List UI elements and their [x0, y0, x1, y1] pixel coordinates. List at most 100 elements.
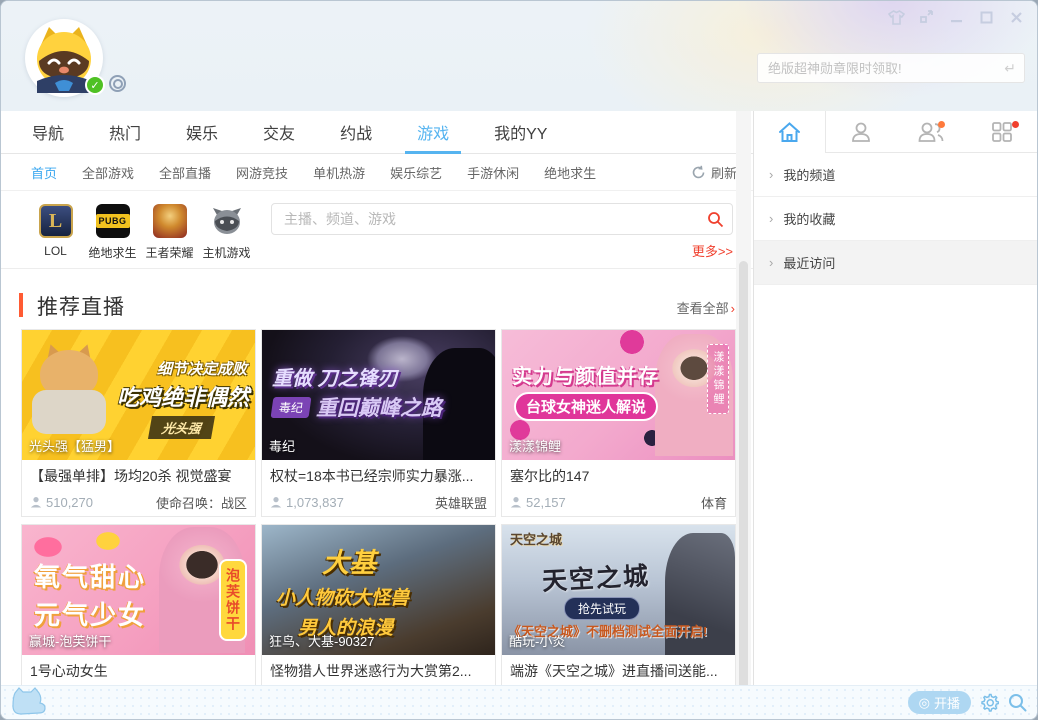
notification-dot [1012, 121, 1019, 128]
enter-arrow-icon[interactable]: ↵ [1004, 60, 1016, 77]
stream-card[interactable]: 重做 刀之锋刃 毒纪 重回巅峰之路 毒纪 权杖=18本书已经宗师实力暴涨... … [261, 329, 496, 517]
notification-dot [938, 121, 945, 128]
main-nav-tabs: 导航 热门 娱乐 交友 约战 游戏 我的YY [1, 111, 753, 154]
sidebar-tab-friends[interactable] [826, 111, 897, 152]
subnav-all-live[interactable]: 全部直播 [159, 163, 211, 182]
sidebar-tab-apps[interactable] [967, 111, 1038, 152]
user-avatar[interactable]: ✓ [25, 19, 103, 97]
sub-nav: 首页 全部游戏 全部直播 网游竞技 单机热游 娱乐综艺 手游休闲 绝地求生 刷新 [1, 154, 753, 191]
quick-game-label: 绝地求生 [88, 244, 136, 261]
notice-input-wrap: ↵ [757, 53, 1025, 83]
tab-remen[interactable]: 热门 [109, 111, 141, 153]
scrollbar-track[interactable] [736, 111, 751, 687]
chevron-right-icon: › [769, 211, 773, 226]
streamer-name: 毒纪 [269, 436, 295, 455]
close-icon[interactable] [1007, 9, 1025, 25]
sidebar: › 我的频道 › 我的收藏 › 最近访问 [753, 111, 1037, 687]
stream-title[interactable]: 塞尔比的147 [502, 460, 735, 490]
bottom-search-icon[interactable] [1008, 693, 1027, 712]
skin-theme-icon[interactable] [887, 9, 905, 25]
thumb-text: 重做 刀之锋刃 [272, 362, 398, 391]
stream-category[interactable]: 体育 [701, 493, 727, 512]
tab-youxi[interactable]: 游戏 [417, 111, 449, 153]
stream-meta: 1,073,837 英雄联盟 [262, 490, 495, 514]
visibility-status-icon[interactable] [109, 75, 126, 92]
subnav-home[interactable]: 首页 [31, 163, 57, 182]
quick-game-pubg[interactable]: PUBG 绝地求生 [84, 204, 141, 261]
thumb-text: 元气少女 [34, 595, 146, 632]
chevron-right-icon: › [769, 167, 773, 182]
stream-card[interactable]: 天空之城 天空之城 抢先试玩 《天空之城》不删档测试全面开启! 酷玩-小炎 端游… [501, 524, 736, 687]
viewer-count: 510,270 [46, 495, 93, 510]
quick-game-lol[interactable]: L LOL [27, 204, 84, 261]
scrollbar-thumb[interactable] [739, 261, 748, 687]
tab-yule[interactable]: 娱乐 [186, 111, 218, 153]
viewer-count: 1,073,837 [286, 495, 344, 510]
tab-my-yy[interactable]: 我的YY [494, 111, 547, 153]
subnav-online-games[interactable]: 网游竞技 [236, 163, 288, 182]
subnav-mobile-games[interactable]: 手游休闲 [467, 163, 519, 182]
quick-game-label: 主机游戏 [202, 244, 250, 261]
notice-input[interactable] [758, 54, 1004, 82]
thumb-text: 实力与颜值并存 [512, 360, 659, 389]
stream-title[interactable]: 权杖=18本书已经宗师实力暴涨... [262, 460, 495, 490]
viewer-icon [30, 496, 42, 508]
stream-category[interactable]: 英雄联盟 [435, 493, 487, 512]
stream-thumbnail[interactable]: 大基 小人物砍大怪兽 男人的浪漫 狂鸟、大基-90327 [262, 525, 495, 655]
search-input[interactable] [272, 211, 698, 227]
maximize-icon[interactable] [977, 9, 995, 25]
stream-card[interactable]: 氧气甜心 元气少女 泡芙饼干 赢城-泡芙饼干 1号心动女生 [21, 524, 256, 687]
lol-game-icon: L [39, 204, 73, 238]
start-broadcast-button[interactable]: ◎ 开播 [908, 691, 971, 714]
refresh-button[interactable]: 刷新 [691, 154, 737, 190]
sidebar-item-my-favorites[interactable]: › 我的收藏 [754, 197, 1037, 241]
more-link[interactable]: 更多>> [692, 241, 733, 260]
stream-thumbnail[interactable]: 细节决定成败 吃鸡绝非偶然 光头强 光头强【猛男】 [22, 330, 255, 460]
stream-category[interactable]: 使命召唤：战区 [156, 493, 247, 512]
quick-game-label: LOL [44, 244, 67, 258]
stream-card[interactable]: 大基 小人物砍大怪兽 男人的浪漫 狂鸟、大基-90327 怪物猎人世界迷惑行为大… [261, 524, 496, 687]
sidebar-tab-home[interactable] [754, 111, 826, 153]
sidebar-item-recent-visits[interactable]: › 最近访问 [754, 241, 1037, 285]
stream-title[interactable]: 端游《天空之城》进直播间送能... [502, 655, 735, 685]
subnav-pc-games[interactable]: 单机热游 [313, 163, 365, 182]
search-icon[interactable] [698, 204, 732, 234]
tab-yuezhan[interactable]: 约战 [340, 111, 372, 153]
chevron-right-icon: › [731, 301, 735, 316]
sidebar-item-label: 我的收藏 [783, 209, 835, 228]
quick-game-wzry[interactable]: 王者荣耀 [141, 204, 198, 261]
bottom-controls: ◎ 开播 [908, 686, 1027, 719]
minimize-icon[interactable] [947, 9, 965, 25]
tab-jiaoyou[interactable]: 交友 [263, 111, 295, 153]
view-all-link[interactable]: 查看全部› [677, 298, 735, 317]
refresh-icon [691, 165, 706, 180]
quick-game-console[interactable]: 主机游戏 [198, 204, 255, 261]
stream-thumbnail[interactable]: 天空之城 天空之城 抢先试玩 《天空之城》不删档测试全面开启! 酷玩-小炎 [502, 525, 735, 655]
viewer-icon [510, 496, 522, 508]
sidebar-item-my-channels[interactable]: › 我的频道 [754, 153, 1037, 197]
home-icon [778, 121, 801, 143]
stream-thumbnail[interactable]: 实力与颜值并存 台球女神迷人解说 漾漾锦鲤 漾漾锦鲤 [502, 330, 735, 460]
mini-mode-icon[interactable] [917, 9, 935, 25]
stream-card[interactable]: 实力与颜值并存 台球女神迷人解说 漾漾锦鲤 漾漾锦鲤 塞尔比的147 52,15… [501, 329, 736, 517]
quick-access-row: L LOL PUBG 绝地求生 王者荣耀 [1, 191, 753, 269]
stream-thumbnail[interactable]: 氧气甜心 元气少女 泡芙饼干 赢城-泡芙饼干 [22, 525, 255, 655]
settings-gear-icon[interactable] [980, 693, 999, 712]
wzry-game-icon [153, 204, 187, 238]
broadcast-label: 开播 [934, 693, 960, 712]
stream-card[interactable]: 细节决定成败 吃鸡绝非偶然 光头强 光头强【猛男】 【最强单排】场均20杀 视觉… [21, 329, 256, 517]
tab-daohang[interactable]: 导航 [32, 111, 64, 153]
stream-title[interactable]: 怪物猎人世界迷惑行为大赏第2... [262, 655, 495, 685]
stream-title[interactable]: 【最强单排】场均20杀 视觉盛宴 [22, 460, 255, 490]
subnav-variety[interactable]: 娱乐综艺 [390, 163, 442, 182]
window-controls [887, 9, 1025, 25]
camera-icon: ◎ [919, 695, 930, 711]
stream-thumbnail[interactable]: 重做 刀之锋刃 毒纪 重回巅峰之路 毒纪 [262, 330, 495, 460]
stream-title[interactable]: 1号心动女生 [22, 655, 255, 685]
subnav-pubg[interactable]: 绝地求生 [544, 163, 596, 182]
viewer-icon [270, 496, 282, 508]
subnav-all-games[interactable]: 全部游戏 [82, 163, 134, 182]
sidebar-tab-groups[interactable] [896, 111, 967, 152]
streamer-name: 酷玩-小炎 [509, 631, 565, 650]
mascot-icon[interactable] [9, 687, 49, 717]
